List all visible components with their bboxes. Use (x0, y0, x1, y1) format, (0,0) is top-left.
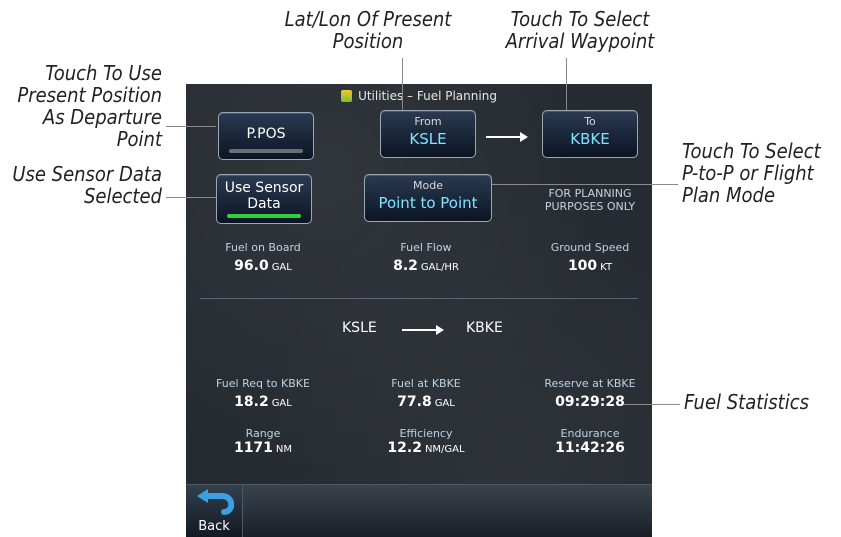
callout-fuel-statistics: Fuel Statistics (684, 390, 809, 414)
reserve-label: Reserve at KBKE (544, 377, 636, 390)
efficiency-value: 12.2 NM/GAL (387, 440, 465, 456)
leader-mode (492, 184, 678, 185)
callout-sensor-data: Use Sensor Data Selected (12, 162, 162, 208)
leader-stats (624, 404, 680, 405)
callout-arrival: Touch To Select Arrival Waypoint (505, 7, 655, 53)
fuel-req-label: Fuel Req to KBKE (216, 377, 310, 390)
to-button[interactable]: To KBKE (542, 110, 638, 158)
divider (200, 298, 638, 299)
endurance-value: 11:42:26 (555, 440, 625, 456)
leader-arrival (566, 58, 567, 110)
fuel-planning-screen: Utilities – Fuel Planning P.POS From KSL… (186, 84, 652, 537)
ground-speed-label: Ground Speed (550, 241, 630, 254)
back-button[interactable]: Back (186, 485, 243, 537)
fuel-flow-label: Fuel Flow (400, 241, 452, 254)
from-button[interactable]: From KSLE (380, 110, 476, 158)
leader-sensor (166, 197, 216, 198)
callout-mode: Touch To Select P-to-P or Flight Plan Mo… (682, 139, 821, 207)
fuel-on-board-label: Fuel on Board (225, 241, 301, 254)
fuel-at-label: Fuel at KBKE (391, 377, 461, 390)
fuel-at-value: 77.8 GAL (397, 394, 455, 410)
leader-latlon (402, 58, 403, 110)
sensor-indicator (227, 214, 301, 218)
endurance-label: Endurance (560, 427, 620, 440)
fuel-on-board-value[interactable]: 96.0 GAL (188, 258, 338, 274)
fuel-req-value: 18.2 GAL (234, 394, 292, 410)
fuel-flow-value[interactable]: 8.2 GAL/HR (351, 258, 501, 274)
range-value: 1171 NM (233, 440, 293, 456)
callout-lat-lon: Lat/Lon Of Present Position (284, 7, 452, 53)
leader-ppos (166, 126, 216, 127)
planning-notice: FOR PLANNING PURPOSES ONLY (544, 187, 636, 213)
range-label: Range (245, 427, 281, 440)
mode-button[interactable]: Mode Point to Point (364, 174, 492, 222)
ground-speed-value[interactable]: 100 KT (515, 258, 652, 274)
efficiency-label: Efficiency (399, 427, 453, 440)
route-summary-arrow-icon (402, 325, 444, 335)
screen-title: Utilities – Fuel Planning (186, 84, 652, 108)
callout-present-position: Touch To Use Present Position As Departu… (17, 61, 162, 151)
bottom-bar: Back (186, 484, 652, 537)
route-from: KSLE (342, 320, 377, 336)
reserve-value: 09:29:28 (555, 394, 625, 410)
route-arrow-icon (486, 132, 528, 142)
use-sensor-data-button[interactable]: Use Sensor Data (216, 174, 312, 224)
ppos-button[interactable]: P.POS (218, 112, 314, 160)
ppos-indicator (229, 149, 303, 153)
utilities-icon (341, 90, 353, 102)
back-arrow-icon (197, 489, 234, 515)
route-to: KBKE (466, 320, 503, 336)
